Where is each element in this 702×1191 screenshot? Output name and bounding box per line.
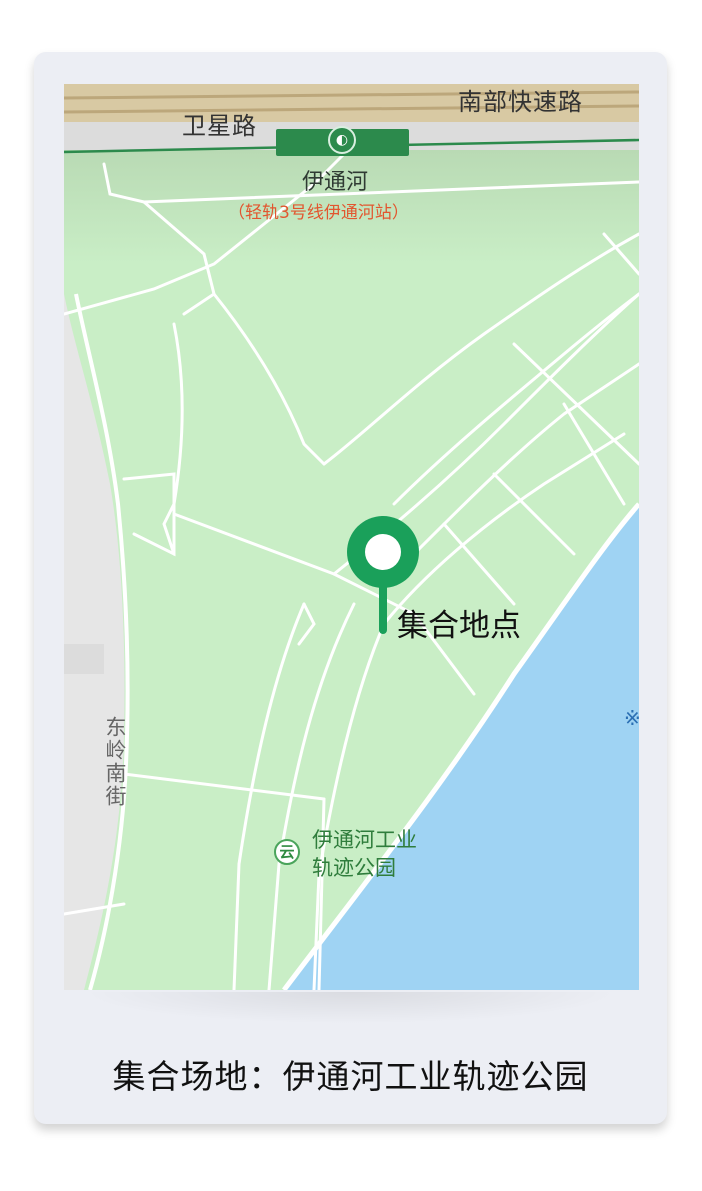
park-label-line1: 伊通河工业	[312, 828, 417, 852]
south-expressway-label: 南部快速路	[458, 88, 583, 116]
park-icon[interactable]: 云	[274, 839, 300, 865]
meeting-point-label: 集合地点	[397, 608, 521, 644]
light-rail-station-icon[interactable]: ◐	[276, 126, 409, 156]
dongling-south-street-label: 东岭南街	[103, 716, 127, 808]
caption-shadow	[80, 992, 620, 1024]
map-view[interactable]: 南部快速路 卫星路 ◐ 伊通河 （轻轨3号线伊通河站） 东岭南街 云 伊通河工业…	[64, 84, 639, 990]
park-label-line2: 轨迹公园	[312, 856, 396, 880]
weixing-road-label: 卫星路	[182, 112, 257, 140]
station-subtitle: （轻轨3号线伊通河站）	[228, 203, 409, 223]
station-name: 伊通河	[302, 170, 369, 195]
venue-caption: 集合场地：伊通河工业轨迹公园	[112, 1057, 589, 1096]
park-label: 伊通河工业 轨迹公园	[312, 826, 417, 882]
water-marker-icon: ※	[624, 706, 639, 730]
rail-logo-icon: ◐	[328, 126, 356, 154]
